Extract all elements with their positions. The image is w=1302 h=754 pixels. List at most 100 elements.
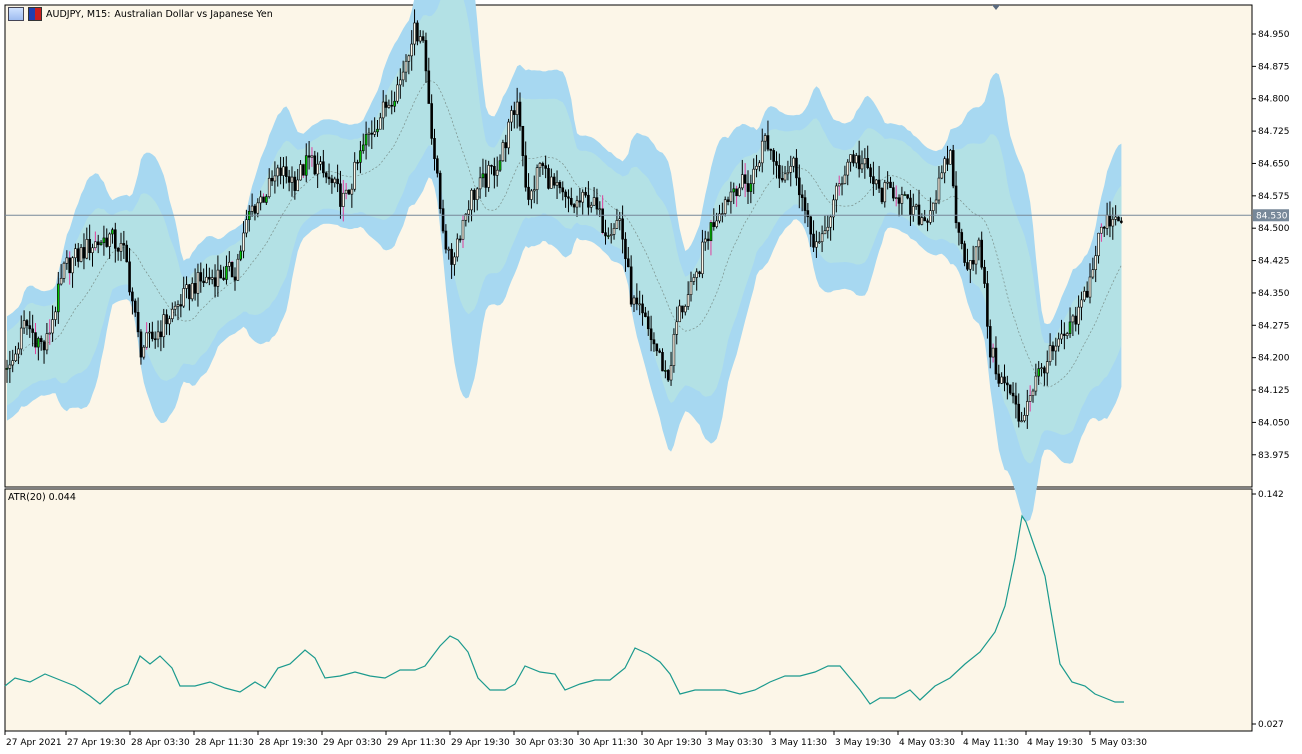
candle-body	[421, 36, 425, 41]
candle-body	[983, 266, 986, 284]
candle-body	[273, 175, 277, 182]
candle-body	[1071, 315, 1075, 323]
candle-body	[917, 204, 921, 225]
candle-body	[216, 269, 220, 287]
candle-body	[564, 191, 567, 198]
candle-body	[664, 370, 667, 372]
candle-body	[165, 314, 168, 325]
price-tick-label: 84.275	[1258, 321, 1290, 331]
candle-body	[532, 189, 536, 192]
candle-body	[966, 262, 969, 270]
price-tick-label: 84.200	[1258, 354, 1290, 364]
candle-body	[678, 305, 681, 323]
candle-body	[883, 182, 887, 203]
candle-body	[957, 222, 961, 233]
candle-body	[290, 176, 294, 183]
candle-body	[789, 165, 793, 173]
candle-body	[185, 284, 188, 289]
time-tick-label: 4 May 19:30	[1027, 738, 1083, 748]
candle-body	[453, 256, 456, 265]
candle-body	[746, 183, 750, 192]
candle-body	[202, 280, 205, 284]
candle-body	[755, 165, 758, 170]
current-price-label: 84.530	[1256, 211, 1288, 221]
candle-body	[148, 331, 151, 334]
candle-body	[766, 135, 770, 150]
candle-body	[376, 128, 379, 133]
candle-body	[524, 155, 528, 188]
candle	[142, 345, 146, 360]
candle-body	[732, 188, 736, 193]
candle	[487, 160, 490, 192]
candle-body	[598, 208, 602, 211]
candle-body	[427, 70, 431, 104]
candle-body	[783, 173, 787, 181]
candle-body	[418, 36, 422, 42]
candle-body	[555, 182, 559, 186]
price-chart[interactable]: 84.950 84.875 84.800 84.725 84.650 84.575 84.5…	[0, 0, 1302, 754]
candle-body	[909, 197, 912, 215]
candle-body	[433, 138, 436, 159]
candle-body	[971, 260, 975, 265]
candle-body	[712, 222, 716, 227]
candle-body	[188, 284, 191, 300]
candle-body	[926, 220, 929, 223]
candle-body	[515, 101, 519, 115]
candle-body	[681, 305, 684, 313]
candle-body	[706, 238, 710, 242]
candle-body	[778, 165, 781, 179]
candle-body	[333, 178, 337, 184]
candle-body	[946, 158, 949, 165]
candle-body	[772, 150, 775, 162]
candle-body	[359, 150, 362, 163]
candle-body	[991, 347, 995, 358]
candle-body	[609, 234, 613, 236]
candle-body	[1011, 392, 1015, 397]
candle-body	[1045, 361, 1049, 374]
time-tick-label: 5 May 03:30	[1091, 738, 1147, 748]
candle-body	[1114, 216, 1117, 220]
time-tick-label: 28 Apr 11:30	[195, 738, 254, 748]
candle-body	[410, 43, 414, 57]
candle-body	[863, 158, 867, 165]
candle-body	[324, 172, 328, 178]
candle-body	[575, 200, 579, 208]
candle-body	[760, 140, 764, 164]
candle-body	[735, 188, 738, 197]
candle-body	[424, 40, 428, 72]
candle-body	[302, 164, 305, 176]
time-tick-label: 30 Apr 03:30	[515, 738, 574, 748]
candle	[963, 240, 966, 267]
candle-body	[669, 365, 673, 381]
candle-body	[267, 177, 271, 197]
candle-body	[54, 311, 57, 320]
price-tick-label: 84.950	[1258, 30, 1290, 40]
candle-body	[940, 172, 944, 179]
candle-body	[666, 370, 670, 381]
candle-body	[96, 241, 100, 246]
candle-body	[205, 276, 208, 284]
candle	[438, 170, 442, 214]
candle-body	[344, 189, 348, 194]
candle-body	[880, 187, 884, 203]
candle-body	[1026, 401, 1029, 416]
candle-body	[829, 216, 832, 228]
candle-body	[1060, 333, 1063, 340]
candle-body	[840, 183, 844, 185]
candle-body	[225, 266, 228, 280]
candle-body	[210, 277, 214, 280]
candle-body	[943, 158, 946, 174]
candle-body	[361, 144, 365, 152]
candle-body	[8, 364, 12, 369]
candle-body	[954, 185, 958, 224]
candle-body	[242, 232, 245, 252]
candle-body	[547, 168, 550, 189]
candle-body	[401, 71, 405, 81]
candle-body	[1057, 338, 1060, 347]
candle-body	[85, 239, 89, 259]
time-tick-label: 28 Apr 03:30	[131, 738, 190, 748]
price-tick-label: 84.725	[1258, 127, 1290, 137]
candle-body	[852, 154, 855, 164]
candle-body	[769, 148, 773, 151]
candle-body	[114, 229, 117, 249]
